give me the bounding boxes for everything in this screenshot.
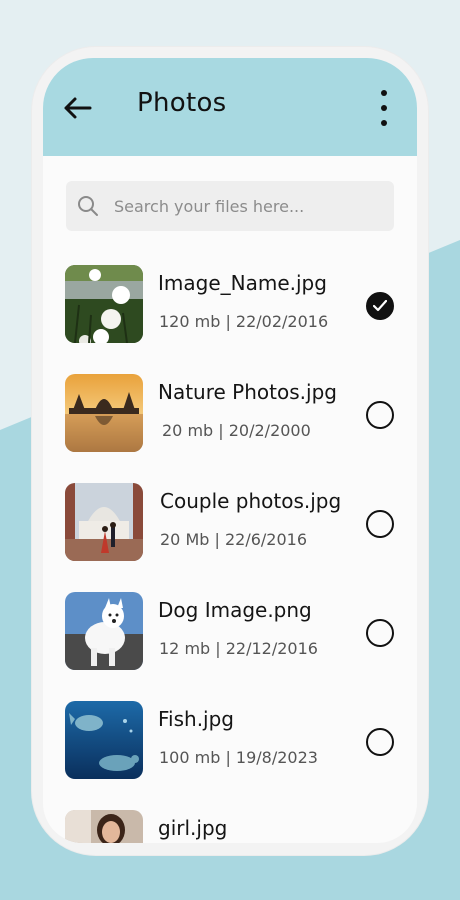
file-meta: 20 mb | 20/2/2000 <box>162 421 311 440</box>
select-radio[interactable] <box>366 619 394 647</box>
file-row[interactable]: girl.jpg <box>43 808 417 843</box>
thumbnail-image <box>65 374 143 452</box>
thumbnail-image <box>65 810 143 843</box>
search-bar[interactable] <box>66 181 394 231</box>
file-row[interactable]: Fish.jpg 100 mb | 19/8/2023 <box>43 699 417 779</box>
app-canvas: Photos Search your files here... Image_N… <box>0 0 460 900</box>
thumbnail-image <box>65 265 143 343</box>
select-radio[interactable] <box>366 401 394 429</box>
file-name: Image_Name.jpg <box>158 271 327 295</box>
search-input[interactable] <box>112 195 376 217</box>
select-radio[interactable] <box>366 510 394 538</box>
checkmark-icon <box>373 300 387 312</box>
more-menu-button[interactable] <box>373 90 395 126</box>
file-row[interactable]: Nature Photos.jpg 20 mb | 20/2/2000 <box>43 372 417 452</box>
back-button[interactable] <box>59 92 95 124</box>
file-name: Couple photos.jpg <box>160 489 342 513</box>
page-title: Photos <box>137 88 227 118</box>
file-meta: 12 mb | 22/12/2016 <box>159 639 318 658</box>
file-name: Fish.jpg <box>158 707 235 731</box>
file-name: girl.jpg <box>158 816 228 840</box>
more-vertical-icon-dot <box>381 120 387 126</box>
more-vertical-icon-dot <box>381 105 387 111</box>
file-row[interactable]: Image_Name.jpg 120 mb | 22/02/2016 <box>43 263 417 343</box>
file-meta: 20 Mb | 22/6/2016 <box>160 530 308 549</box>
phone-screen: Photos Search your files here... Image_N… <box>43 58 417 843</box>
file-meta: 120 mb | 22/02/2016 <box>159 312 329 331</box>
file-meta: 100 mb | 19/8/2023 <box>159 748 318 767</box>
thumbnail-image <box>65 483 143 561</box>
select-radio-checked[interactable] <box>366 292 394 320</box>
app-bar: Photos <box>43 58 417 156</box>
file-row[interactable]: Dog Image.png 12 mb | 22/12/2016 <box>43 590 417 670</box>
thumbnail-image <box>65 592 143 670</box>
file-row[interactable]: Couple photos.jpg 20 Mb | 22/6/2016 <box>43 481 417 561</box>
search-icon <box>78 196 98 216</box>
more-vertical-icon-dot <box>381 90 387 96</box>
select-radio[interactable] <box>366 728 394 756</box>
file-name: Dog Image.png <box>158 598 312 622</box>
arrow-left-icon <box>64 97 92 119</box>
file-name: Nature Photos.jpg <box>158 380 337 404</box>
thumbnail-image <box>65 701 143 779</box>
